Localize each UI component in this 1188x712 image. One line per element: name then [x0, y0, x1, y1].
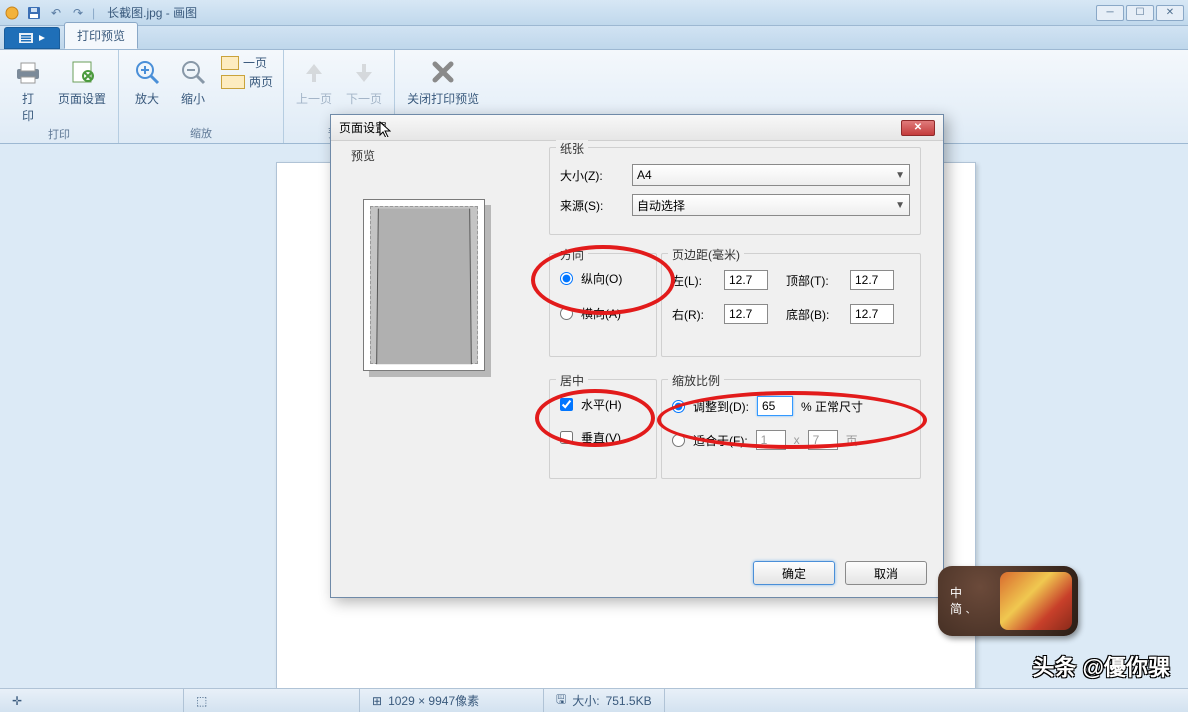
preview-section-label: 预览 — [351, 147, 375, 164]
scale-fit-radio[interactable] — [672, 434, 685, 447]
one-page-icon — [221, 56, 239, 70]
dialog-close-button[interactable]: ✕ — [901, 120, 935, 136]
title-bar: ↶ ↷ | 长截图.jpg - 画图 ─ ☐ ✕ — [0, 0, 1188, 26]
group-print: 打 印 页面设置 打印 — [0, 50, 119, 143]
group-zoom-label: 缩放 — [190, 125, 212, 141]
paper-size-label: 大小(Z): — [560, 167, 624, 184]
margin-left-input[interactable] — [724, 270, 768, 290]
arrow-up-icon — [298, 56, 330, 88]
fit-height-input — [808, 430, 838, 450]
orientation-fieldset: 方向 纵向(O) 横向(A) — [549, 253, 657, 357]
app-icon — [4, 5, 20, 21]
print-button[interactable]: 打 印 — [10, 54, 46, 126]
scale-adjust-radio[interactable] — [672, 400, 685, 413]
decorative-leaves — [1000, 572, 1072, 630]
minimize-button[interactable]: ─ — [1096, 5, 1124, 21]
print-label: 打 印 — [22, 90, 34, 124]
dimensions-value: 1029 × 9947像素 — [388, 692, 479, 709]
selection-icon: ⬚ — [196, 694, 207, 708]
close-preview-button[interactable]: 关闭打印预览 — [405, 54, 481, 109]
margin-bottom-input[interactable] — [850, 304, 894, 324]
paper-fieldset: 纸张 大小(Z): A4▼ 来源(S): 自动选择▼ — [549, 147, 921, 235]
close-window-button[interactable]: ✕ — [1156, 5, 1184, 21]
crosshair-icon: ✛ — [12, 694, 22, 708]
status-size-cell: 🖫 大小: 751.5KB — [544, 689, 665, 712]
page-setup-button[interactable]: 页面设置 — [56, 54, 108, 126]
paper-source-select[interactable]: 自动选择▼ — [632, 194, 910, 216]
group-print-label: 打印 — [48, 126, 70, 142]
two-page-icon — [221, 75, 245, 89]
scale-percent-input[interactable] — [757, 396, 793, 416]
page-setup-label: 页面设置 — [58, 90, 106, 107]
status-dimensions-cell: ⊞ 1029 × 9947像素 — [360, 689, 544, 712]
dimensions-icon: ⊞ — [372, 694, 382, 708]
scale-fieldset: 缩放比例 调整到(D): % 正常尺寸 适合于(F): x 页 — [661, 379, 921, 479]
disk-icon: 🖫 — [556, 690, 566, 711]
file-menu-button[interactable] — [4, 27, 60, 49]
status-selection-cell: ⬚ — [184, 689, 360, 712]
chevron-down-icon: ▼ — [895, 170, 905, 181]
prev-page-button: 上一页 — [294, 54, 334, 109]
ime-float-widget[interactable]: 中简 、 — [938, 566, 1078, 636]
cancel-button[interactable]: 取消 — [845, 561, 927, 585]
paper-source-label: 来源(S): — [560, 197, 624, 214]
margins-fieldset: 页边距(毫米) 左(L): 顶部(T): 右(R): 底部(B): — [661, 253, 921, 357]
ribbon-tabs: 打印预览 — [0, 26, 1188, 50]
printer-icon — [12, 56, 44, 88]
portrait-radio[interactable] — [560, 272, 573, 285]
center-fieldset: 居中 水平(H) 垂直(V) — [549, 379, 657, 479]
undo-icon[interactable]: ↶ — [48, 5, 64, 21]
landscape-radio[interactable] — [560, 307, 573, 320]
dialog-preview — [363, 199, 485, 371]
center-vertical-checkbox[interactable] — [560, 431, 573, 444]
paper-size-select[interactable]: A4▼ — [632, 164, 910, 186]
margin-top-input[interactable] — [850, 270, 894, 290]
tab-print-preview[interactable]: 打印预览 — [64, 22, 138, 49]
page-setup-dialog: 页面设置 ✕ 预览 纸张 大小(Z): A4▼ 来源(S): 自动选择▼ 方向 … — [330, 114, 944, 598]
redo-icon[interactable]: ↷ — [70, 5, 86, 21]
center-horizontal-checkbox[interactable] — [560, 398, 573, 411]
window-title: 长截图.jpg - 画图 — [107, 4, 197, 21]
watermark-text: 头条 @優你骒 — [1032, 650, 1170, 682]
zoom-in-icon — [131, 56, 163, 88]
zoom-out-button[interactable]: 缩小 — [175, 54, 211, 109]
fit-width-input — [756, 430, 786, 450]
ok-button[interactable]: 确定 — [753, 561, 835, 585]
one-page-button[interactable]: 一页 — [221, 54, 267, 71]
two-page-button[interactable]: 两页 — [221, 73, 273, 90]
cursor-icon — [379, 121, 391, 137]
margin-right-input[interactable] — [724, 304, 768, 324]
qat-separator: | — [92, 6, 95, 20]
arrow-down-icon — [348, 56, 380, 88]
zoom-out-icon — [177, 56, 209, 88]
page-setup-icon — [66, 56, 98, 88]
close-x-icon — [427, 56, 459, 88]
maximize-button[interactable]: ☐ — [1126, 5, 1154, 21]
zoom-in-button[interactable]: 放大 — [129, 54, 165, 109]
next-page-button: 下一页 — [344, 54, 384, 109]
status-position-cell: ✛ — [0, 689, 184, 712]
status-bar: ✛ ⬚ ⊞ 1029 × 9947像素 🖫 大小: 751.5KB — [0, 688, 1188, 712]
save-icon[interactable] — [26, 5, 42, 21]
dialog-titlebar: 页面设置 ✕ — [331, 115, 943, 141]
chevron-down-icon: ▼ — [895, 200, 905, 211]
file-size-value: 751.5KB — [606, 694, 652, 708]
group-zoom: 放大 缩小 一页 两页 缩放 — [119, 50, 284, 143]
